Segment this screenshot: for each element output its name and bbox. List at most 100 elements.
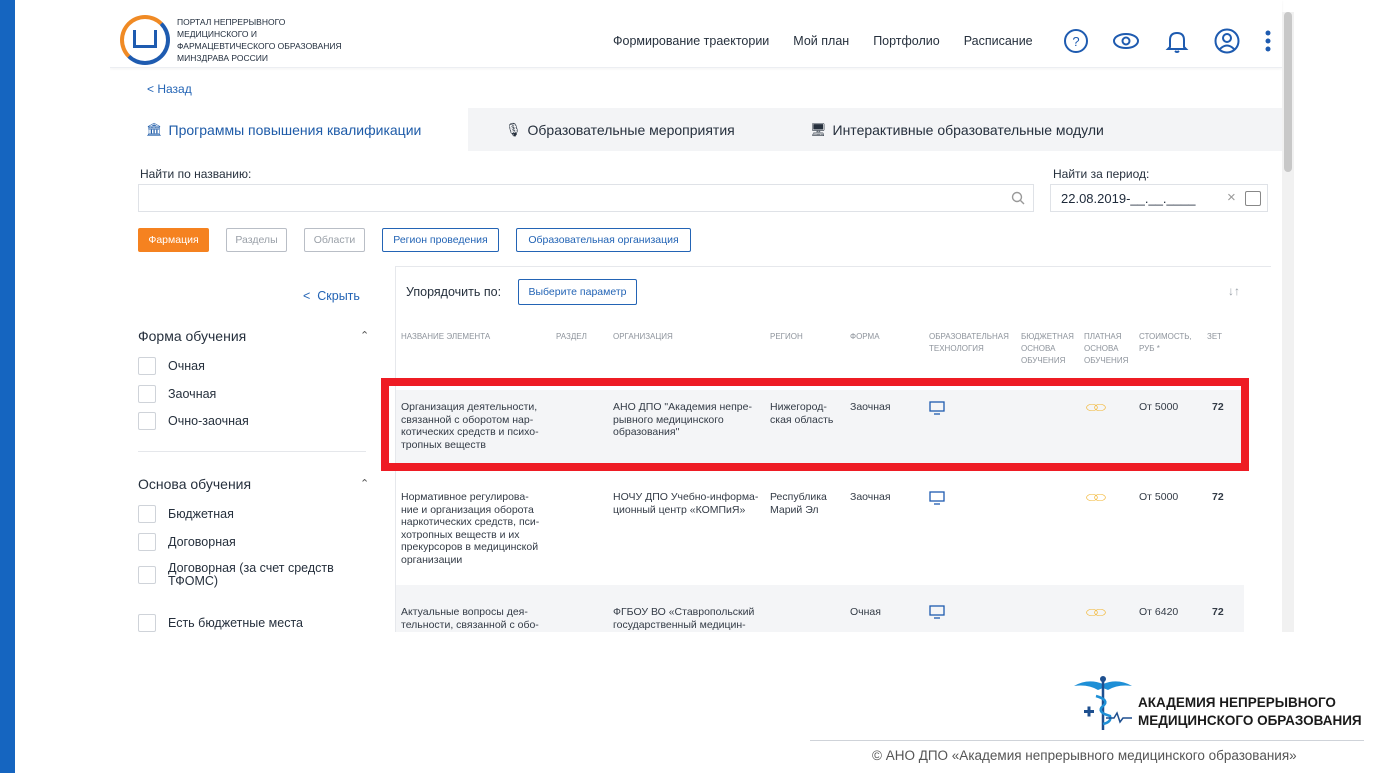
row-cost: От 5000: [1139, 491, 1179, 503]
help-icon[interactable]: ?: [1062, 27, 1090, 55]
filter-form-part-time[interactable]: Заочная: [138, 385, 216, 403]
chip-areas[interactable]: Области: [304, 228, 365, 252]
screenshot-area: ПОРТАЛ НЕПРЕРЫВНОГО МЕДИЦИНСКОГО И ФАРМА…: [110, 0, 1295, 632]
row-zet: 72: [1212, 606, 1224, 618]
option-label: Очная: [168, 359, 205, 373]
hide-filters-link[interactable]: < Скрыть: [303, 289, 360, 303]
monitor-icon: [929, 491, 945, 505]
hide-label: Скрыть: [317, 289, 360, 303]
site-header: ПОРТАЛ НЕПРЕРЫВНОГО МЕДИЦИНСКОГО И ФАРМА…: [110, 0, 1282, 68]
chevron-left-icon: <: [303, 289, 318, 303]
tab-programs[interactable]: 🏛 Программы повышения квалификации: [110, 108, 468, 151]
option-label: Договорная: [168, 535, 236, 549]
col-title: Название элемента: [401, 332, 491, 341]
tab-events[interactable]: 🎙 Образовательные мероприятия: [505, 108, 735, 151]
nav-portfolio[interactable]: Портфолио: [873, 34, 940, 48]
user-icon[interactable]: [1213, 27, 1241, 55]
clear-icon[interactable]: ×: [1227, 189, 1236, 206]
coins-icon: ⬭⬭: [1086, 604, 1106, 620]
option-label: Есть бюджетные места: [168, 616, 303, 630]
col-organization: Организация: [613, 332, 673, 341]
building-icon: 🏛: [146, 121, 163, 137]
back-link[interactable]: < Назад: [147, 82, 192, 96]
checkbox[interactable]: [138, 533, 156, 551]
col-form: Форма: [850, 332, 880, 341]
checkbox[interactable]: [138, 614, 156, 632]
checkbox[interactable]: [138, 357, 156, 375]
sort-order-icon[interactable]: ↓↑: [1228, 284, 1240, 298]
row-title[interactable]: Актуальные вопросы дея-тельности, связан…: [401, 606, 546, 631]
filter-form-mixed[interactable]: Очно-заочная: [138, 412, 249, 430]
row-form: Очная: [850, 606, 881, 618]
col-cost: Стоимость, руб *: [1139, 332, 1192, 353]
tab-programs-label: Программы повышения квалификации: [168, 121, 422, 138]
row-org: ФГБОУ ВО «Ставропольский государственный…: [613, 606, 755, 631]
option-label: Заочная: [168, 387, 217, 401]
brand-name: АКАДЕМИЯ НЕПРЕРЫВНОГО МЕДИЦИНСКОГО ОБРАЗ…: [1138, 694, 1362, 730]
logo-book-icon: [133, 30, 157, 48]
filter-basis-tfoms[interactable]: Договорная (за счет средств ТФОМС): [138, 562, 358, 588]
sort-label: Упорядочить по:: [406, 285, 502, 299]
coins-icon: ⬭⬭: [1086, 489, 1106, 505]
filter-divider: [138, 451, 366, 452]
brand-divider: [810, 740, 1364, 741]
search-icon[interactable]: [1011, 191, 1025, 205]
row-org: НОЧУ ДПО Учебно-информа-ционный центр «К…: [613, 491, 759, 516]
svg-text:?: ?: [1072, 34, 1079, 49]
option-label: Очно-заочная: [168, 414, 249, 428]
tab-modules-label: Интерактивные образовательные модули: [832, 121, 1104, 138]
bell-icon[interactable]: [1163, 27, 1191, 55]
left-accent-bar: [0, 0, 15, 773]
chevron-up-icon[interactable]: ⌃: [360, 477, 369, 490]
tab-modules[interactable]: 🖥 Интерактивные образовательные модули: [810, 108, 1104, 151]
chip-pharmacy[interactable]: Фармация: [138, 228, 209, 252]
period-label: Найти за период:: [1053, 167, 1150, 181]
eye-icon[interactable]: [1112, 27, 1140, 55]
chip-region[interactable]: Регион проведения: [382, 228, 499, 252]
checkbox[interactable]: [138, 505, 156, 523]
filter-basis-contract[interactable]: Договорная: [138, 533, 236, 551]
filter-budget-places[interactable]: Есть бюджетные места: [138, 614, 303, 632]
option-label: Договорная (за счет средств ТФОМС): [168, 561, 334, 588]
search-input[interactable]: [138, 184, 1034, 212]
col-zet: ЗЕТ: [1207, 332, 1223, 341]
portal-logo-text: ПОРТАЛ НЕПРЕРЫВНОГО МЕДИЦИНСКОГО И ФАРМА…: [177, 17, 342, 63]
row-cost: От 6420: [1139, 606, 1179, 618]
microphone-icon: 🎙: [505, 121, 522, 137]
more-icon[interactable]: [1254, 27, 1282, 55]
col-region: Регион: [770, 332, 803, 341]
calendar-icon[interactable]: [1245, 191, 1261, 206]
catalog-tabs: 🏛 Программы повышения квалификации 🎙 Обр…: [110, 108, 1282, 151]
row-region: Республика Марий Эл: [770, 491, 827, 516]
option-label: Бюджетная: [168, 507, 234, 521]
scrollbar-thumb[interactable]: [1284, 12, 1292, 172]
caduceus-logo-icon: [1074, 676, 1132, 730]
main-nav: Формирование траектории Мой план Портфол…: [613, 34, 1033, 48]
period-input[interactable]: 22.08.2019-__.__.____ ×: [1050, 184, 1268, 212]
col-budget: Бюджетная основа обучения: [1021, 332, 1074, 365]
basis-filter-title: Основа обучения: [138, 476, 252, 492]
form-filter-title: Форма обучения: [138, 328, 247, 344]
filter-form-full-time[interactable]: Очная: [138, 357, 205, 375]
chevron-up-icon[interactable]: ⌃: [360, 329, 369, 342]
nav-my-plan[interactable]: Мой план: [793, 34, 849, 48]
filter-basis-budget[interactable]: Бюджетная: [138, 505, 234, 523]
checkbox[interactable]: [138, 385, 156, 403]
checkbox[interactable]: [138, 412, 156, 430]
monitor-icon: 🖥: [810, 121, 827, 137]
sort-select[interactable]: Выберите параметр: [518, 279, 637, 305]
checkbox[interactable]: [138, 566, 156, 584]
scrollbar[interactable]: [1282, 12, 1294, 632]
nav-trajectory[interactable]: Формирование траектории: [613, 34, 769, 48]
row-title[interactable]: Нормативное регулирова-ние и организация…: [401, 491, 546, 566]
col-section: Раздел: [556, 332, 587, 341]
tab-events-label: Образовательные мероприятия: [527, 121, 735, 138]
monitor-icon: [929, 605, 945, 619]
chip-organization[interactable]: Образовательная организация: [516, 228, 691, 252]
brand-line-1: АКАДЕМИЯ НЕПРЕРЫВНОГО: [1138, 695, 1336, 710]
chip-sections[interactable]: Разделы: [226, 228, 287, 252]
copyright-text: © АНО ДПО «Академия непрерывного медицин…: [872, 748, 1297, 763]
highlight-frame: [381, 378, 1249, 471]
nav-schedule[interactable]: Расписание: [964, 34, 1033, 48]
col-technology: Образовательная технология: [929, 332, 1009, 353]
